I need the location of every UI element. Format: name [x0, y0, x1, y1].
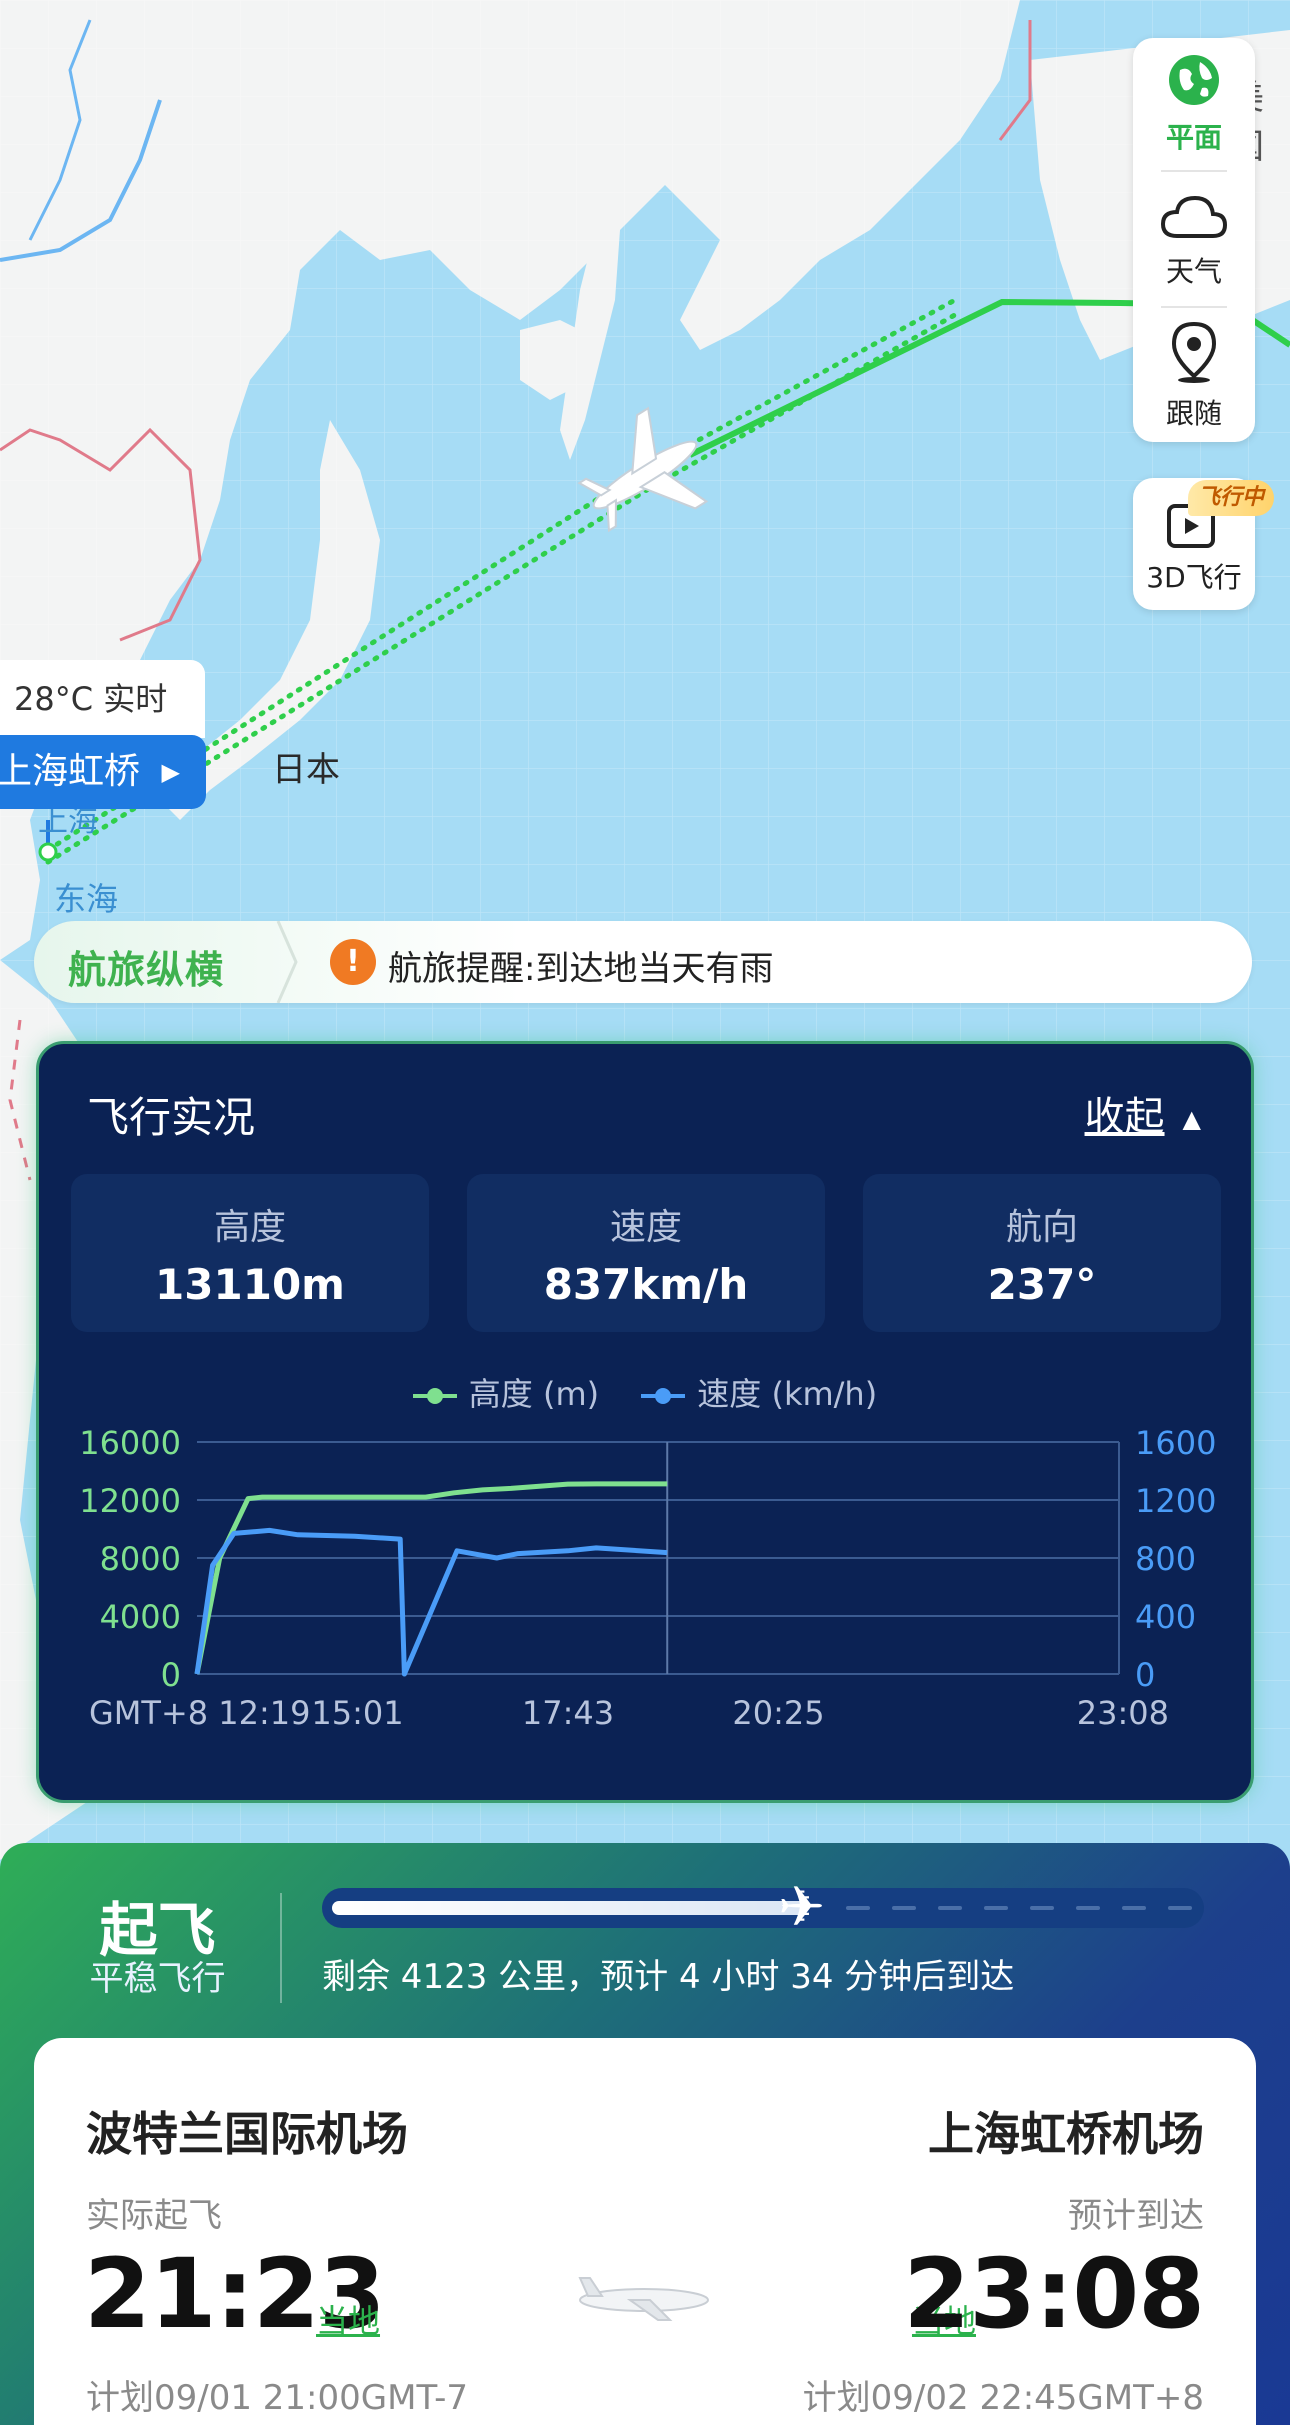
y-left-tick-label: 12000 [79, 1482, 181, 1520]
x-tick-label: 23:08 [1077, 1694, 1169, 1732]
brand-logo: 航旅纵横 [68, 948, 225, 992]
y-right-tick-label: 1600 [1135, 1424, 1216, 1462]
flight-phase-sub: 平稳飞行 [89, 1959, 226, 1999]
stat-label: 速度 [609, 1207, 682, 1248]
progress-dash [1122, 1906, 1147, 1910]
airport-tag-label: 上海虹桥 [0, 751, 141, 792]
caret-up-icon: ▲ [1182, 1105, 1201, 1133]
progress-dash [1168, 1906, 1193, 1910]
airport-tag[interactable]: 上海虹桥 ▶ [0, 735, 206, 809]
divider [280, 1893, 282, 2003]
weather-label: 天气 [1165, 255, 1222, 288]
map-control-panel: 平面 天气 跟随 [1133, 38, 1255, 442]
alert-icon: ! [330, 939, 376, 985]
travel-alert-banner[interactable]: 航旅纵横 ! 航旅提醒:到达地当天有雨 [34, 921, 1252, 1003]
3d-flight-label: 3D飞行 [1146, 561, 1242, 594]
legend-speed[interactable]: 速度 (km/h) [641, 1369, 877, 1415]
x-tick-label: GMT+8 12:19 [89, 1694, 311, 1732]
remaining-distance: 剩余 4123 公里，预计 4 小时 34 分钟后到达 [322, 1957, 1015, 1997]
follow-button[interactable]: 跟随 [1133, 320, 1255, 432]
progress-dash [984, 1906, 1009, 1910]
y-left-tick-label: 4000 [100, 1598, 181, 1636]
progress-dash [1030, 1906, 1055, 1910]
stat-altitude: 高度 13110m [71, 1174, 429, 1332]
divider-slash [276, 921, 298, 1003]
x-tick-label: 17:43 [522, 1694, 614, 1732]
y-right-tick-label: 800 [1135, 1540, 1196, 1578]
weather-button[interactable]: 天气 [1133, 190, 1255, 290]
globe-icon [1169, 55, 1219, 105]
progress-dash [1076, 1906, 1101, 1910]
legend-altitude[interactable]: 高度 (m) [412, 1369, 599, 1415]
stat-value: 237° [987, 1260, 1097, 1309]
progress-dash [846, 1906, 871, 1910]
progress-dash [892, 1906, 917, 1910]
y-right-tick-label: 0 [1135, 1656, 1155, 1694]
destination-planned-time: 计划09/02 22:45GMT+8 [802, 2378, 1204, 2418]
collapse-label: 收起 [1084, 1094, 1165, 1140]
collapse-button[interactable]: 收起 ▲ [1085, 1084, 1201, 1142]
x-tick-label: 15:01 [311, 1694, 403, 1732]
stat-heading: 航向 237° [863, 1174, 1221, 1332]
origin-planned-time: 计划09/01 21:00GMT-7 [86, 2378, 469, 2418]
flying-badge: 飞行中 [1188, 480, 1275, 516]
stat-label: 航向 [1005, 1207, 1078, 1248]
origin-time-kind: 实际起飞 [86, 2196, 222, 2236]
stat-speed: 速度 837km/h [467, 1174, 825, 1332]
stat-value: 837km/h [543, 1260, 749, 1309]
progress-fill [332, 1901, 807, 1915]
map-label-east-sea: 东海 [54, 880, 119, 918]
flight-progress-bar: ✈ [322, 1880, 1204, 1936]
y-left-tick-label: 8000 [100, 1540, 181, 1578]
chart-legend: 高度 (m) 速度 (km/h) [39, 1369, 1251, 1415]
y-right-tick-label: 1200 [1135, 1482, 1216, 1520]
destination-time-kind: 预计到达 [1068, 2196, 1204, 2236]
origin-airport-name: 波特兰国际机场 [86, 2107, 408, 2161]
plane-map-label: 平面 [1165, 121, 1222, 154]
speed-line [194, 1527, 668, 1677]
stat-label: 高度 [213, 1207, 286, 1248]
altitude-line [194, 1481, 668, 1675]
plane-map-button[interactable]: 平面 [1133, 52, 1255, 156]
airplane-icon: ✈ [778, 1875, 826, 1940]
destination-airport-name: 上海虹桥机场 [928, 2107, 1204, 2161]
map-label-japan: 日本 [272, 750, 340, 790]
progress-dash [938, 1906, 963, 1910]
stat-value: 13110m [155, 1260, 345, 1309]
alert-text: 航旅提醒:到达地当天有雨 [388, 949, 774, 989]
aircraft-icon [578, 2277, 709, 2321]
y-left-tick-label: 16000 [79, 1424, 181, 1462]
route-card[interactable]: 波特兰国际机场 上海虹桥机场 实际起飞 预计到达 21:23 当地 当地 23:… [34, 2038, 1256, 2425]
origin-local-tag[interactable]: 当地 [316, 2296, 380, 2342]
flight-status-panel: 起飞 平稳飞行 ✈ 剩余 4123 公里，预计 4 小时 34 分钟后到达 波特… [0, 1843, 1290, 2425]
location-pin-icon [1171, 321, 1217, 383]
caret-right-icon: ▶ [161, 758, 180, 786]
weather-tag[interactable]: 28°C 实时 [0, 660, 205, 738]
destination-time: 23:08 [903, 2238, 1205, 2350]
follow-label: 跟随 [1165, 397, 1222, 430]
flight-live-card: 飞行实况 收起 ▲ 高度 13110m 速度 837km/h 航向 237° 高度… [36, 1041, 1254, 1803]
x-tick-label: 20:25 [732, 1694, 824, 1732]
y-left-tick-label: 0 [161, 1656, 181, 1694]
live-title: 飞行实况 [87, 1093, 256, 1142]
cloud-icon [1160, 195, 1228, 238]
y-right-tick-label: 400 [1135, 1598, 1196, 1636]
altitude-speed-chart: 16000 160012000 12008000 8004000 4000 0GMT+8 … [79, 1424, 1216, 1732]
